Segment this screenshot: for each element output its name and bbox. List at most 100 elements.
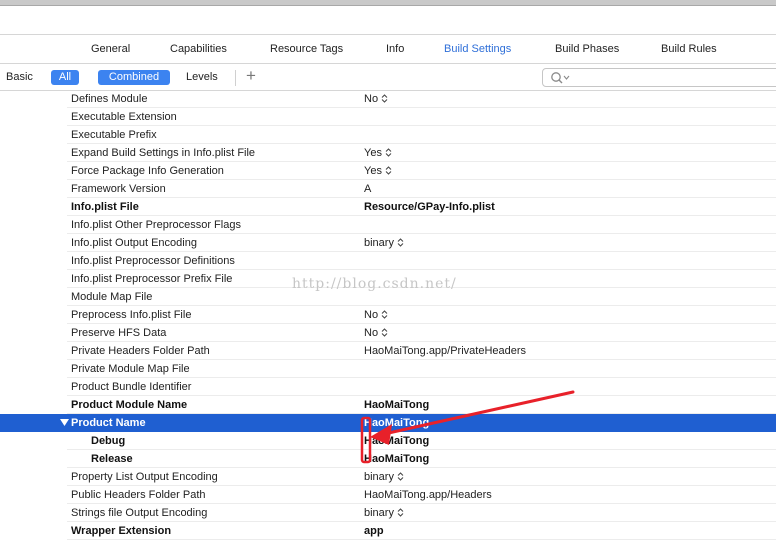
setting-value-text: HaoMaiTong.app/PrivateHeaders — [364, 345, 527, 357]
filter-divider — [235, 70, 236, 86]
setting-value[interactable]: No — [364, 327, 388, 339]
setting-value-text: Yes — [364, 165, 382, 177]
setting-row[interactable]: Private Headers Folder Path HaoMaiTong.ap… — [0, 342, 776, 360]
setting-value[interactable]: app — [364, 525, 384, 537]
setting-value-text: Yes — [364, 147, 382, 159]
setting-row[interactable]: Info.plist File Resource/GPay-Info.plist — [0, 198, 776, 216]
setting-row[interactable]: Product Name HaoMaiTong — [0, 414, 776, 432]
setting-name: Wrapper Extension — [71, 525, 172, 537]
setting-name: Preserve HFS Data — [71, 327, 167, 339]
setting-value-text: binary — [364, 471, 394, 483]
tab-build-phases[interactable]: Build Phases — [555, 43, 619, 55]
setting-name: Module Map File — [71, 291, 153, 303]
filter-combined-button[interactable]: Combined — [98, 70, 170, 85]
build-settings-filter-bar: Basic All Combined Levels + — [0, 64, 776, 91]
setting-value-text: Resource/GPay-Info.plist — [364, 201, 495, 213]
setting-name: Product Name — [71, 417, 146, 429]
disclosure-triangle-icon[interactable] — [60, 418, 69, 427]
setting-value[interactable]: binary — [364, 507, 404, 519]
setting-name: Property List Output Encoding — [71, 471, 218, 483]
setting-row[interactable]: Public Headers Folder Path HaoMaiTong.app… — [0, 486, 776, 504]
setting-name: Public Headers Folder Path — [71, 489, 206, 501]
setting-name: Info.plist File — [71, 201, 139, 213]
setting-sub-row[interactable]: Release HaoMaiTong — [0, 450, 776, 468]
setting-value[interactable]: HaoMaiTong.app/Headers — [364, 489, 492, 501]
setting-row[interactable]: Info.plist Other Preprocessor Flags — [0, 216, 776, 234]
setting-value[interactable]: Yes — [364, 147, 392, 159]
setting-value-text: No — [364, 309, 379, 321]
setting-row[interactable]: Preprocess Info.plist File No — [0, 306, 776, 324]
filter-basic-button[interactable]: Basic — [6, 71, 33, 83]
search-icon — [551, 72, 570, 84]
search-field[interactable] — [542, 68, 776, 87]
setting-name: Executable Prefix — [71, 129, 157, 141]
tab-build-rules[interactable]: Build Rules — [661, 43, 717, 55]
setting-row[interactable]: Strings file Output Encoding binary — [0, 504, 776, 522]
setting-row[interactable]: Info.plist Output Encoding binary — [0, 234, 776, 252]
popup-stepper-icon[interactable] — [397, 508, 404, 517]
setting-value[interactable]: HaoMaiTong — [364, 435, 429, 447]
setting-value-text: HaoMaiTong — [364, 417, 430, 429]
editor-tab-bar: General Capabilities Resource Tags Info … — [0, 34, 776, 64]
setting-value[interactable]: HaoMaiTong — [364, 417, 429, 429]
popup-stepper-icon[interactable] — [397, 472, 404, 481]
setting-value[interactable]: HaoMaiTong — [364, 453, 429, 465]
setting-name: Product Bundle Identifier — [71, 381, 192, 393]
setting-value-text: A — [364, 183, 372, 195]
setting-name: Private Headers Folder Path — [71, 345, 210, 357]
tab-build-settings[interactable]: Build Settings — [444, 43, 511, 55]
window-top-divider — [0, 5, 776, 6]
setting-row[interactable]: Force Package Info Generation Yes — [0, 162, 776, 180]
setting-value-text: No — [364, 327, 379, 339]
setting-value[interactable]: HaoMaiTong.app/PrivateHeaders — [364, 345, 526, 357]
setting-value[interactable]: No — [364, 93, 388, 105]
setting-name: Product Module Name — [71, 399, 188, 411]
popup-stepper-icon[interactable] — [397, 238, 404, 247]
filter-all-button[interactable]: All — [51, 70, 79, 85]
setting-row[interactable]: Preserve HFS Data No — [0, 324, 776, 342]
setting-row[interactable]: Executable Extension — [0, 108, 776, 126]
setting-value[interactable]: No — [364, 309, 388, 321]
watermark-text: http://blog.csdn.net/ — [292, 276, 457, 292]
setting-row[interactable]: Defines Module No — [0, 90, 776, 108]
popup-stepper-icon[interactable] — [381, 94, 388, 103]
setting-sub-row[interactable]: Debug HaoMaiTong — [0, 432, 776, 450]
setting-row[interactable]: Private Module Map File — [0, 360, 776, 378]
tab-capabilities[interactable]: Capabilities — [170, 43, 227, 55]
popup-stepper-icon[interactable] — [385, 166, 392, 175]
setting-value[interactable]: A — [364, 183, 371, 195]
setting-value-text: HaoMaiTong — [364, 435, 430, 447]
setting-row[interactable]: Info.plist Preprocessor Definitions — [0, 252, 776, 270]
setting-value[interactable]: Resource/GPay-Info.plist — [364, 201, 495, 213]
setting-name: Info.plist Other Preprocessor Flags — [71, 219, 241, 231]
setting-value-text: app — [364, 525, 384, 537]
setting-name: Executable Extension — [71, 111, 177, 123]
setting-row[interactable]: Product Module Name HaoMaiTong — [0, 396, 776, 414]
tab-general[interactable]: General — [91, 43, 130, 55]
setting-name: Preprocess Info.plist File — [71, 309, 192, 321]
setting-row[interactable]: Product Bundle Identifier — [0, 378, 776, 396]
setting-row[interactable]: Wrapper Extension app — [0, 522, 776, 540]
setting-row[interactable]: Expand Build Settings in Info.plist File… — [0, 144, 776, 162]
popup-stepper-icon[interactable] — [381, 310, 388, 319]
setting-value-text: HaoMaiTong — [364, 399, 430, 411]
setting-name: Info.plist Preprocessor Prefix File — [71, 273, 233, 285]
filter-levels-button[interactable]: Levels — [186, 71, 218, 83]
setting-value[interactable]: binary — [364, 237, 404, 249]
setting-name: Framework Version — [71, 183, 166, 195]
setting-row[interactable]: Executable Prefix — [0, 126, 776, 144]
setting-name: Private Module Map File — [71, 363, 190, 375]
setting-name: Release — [91, 453, 133, 465]
row-divider — [67, 539, 776, 540]
popup-stepper-icon[interactable] — [385, 148, 392, 157]
setting-value[interactable]: HaoMaiTong — [364, 399, 429, 411]
popup-stepper-icon[interactable] — [381, 328, 388, 337]
setting-row[interactable]: Framework Version A — [0, 180, 776, 198]
add-setting-button[interactable]: + — [246, 66, 256, 86]
setting-value[interactable]: binary — [364, 471, 404, 483]
setting-name: Info.plist Output Encoding — [71, 237, 197, 249]
setting-value[interactable]: Yes — [364, 165, 392, 177]
tab-info[interactable]: Info — [386, 43, 404, 55]
setting-row[interactable]: Property List Output Encoding binary — [0, 468, 776, 486]
tab-resource-tags[interactable]: Resource Tags — [270, 43, 343, 55]
